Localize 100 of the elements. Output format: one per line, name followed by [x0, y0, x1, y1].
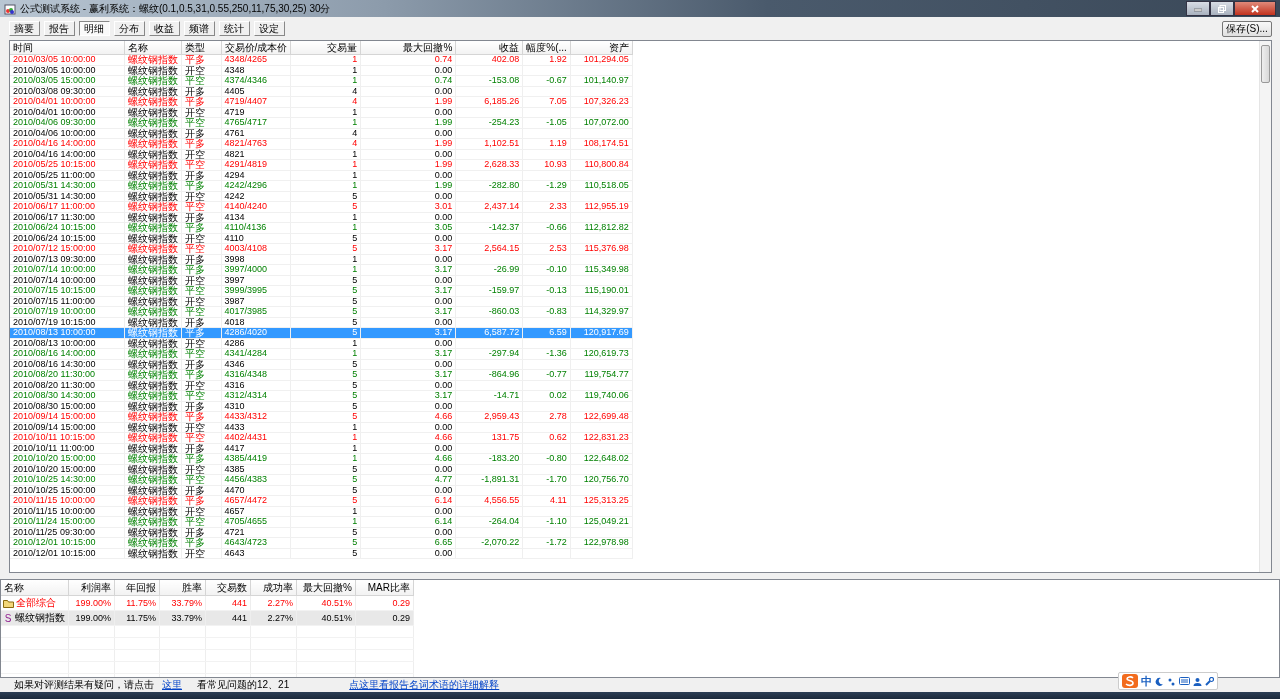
table-cell: 开空	[181, 275, 221, 286]
table-cell: 螺纹钢指数	[124, 254, 181, 265]
maximize-button[interactable]	[1210, 1, 1234, 16]
table-cell: 平空	[181, 516, 221, 527]
status-link[interactable]: 点这里看报告名词术语的详细解释	[349, 678, 500, 692]
table-cell: -1.72	[522, 537, 571, 548]
table-cell: 5	[290, 296, 361, 307]
column-header[interactable]: 年回报	[114, 580, 160, 596]
column-header[interactable]: 收益	[455, 41, 523, 55]
table-cell: 5	[290, 285, 361, 296]
column-header[interactable]: 成功率	[250, 580, 297, 596]
column-header[interactable]: 交易量	[290, 41, 361, 55]
table-cell: 3.17	[360, 264, 456, 275]
tab[interactable]: 报告	[44, 21, 75, 36]
table-cell: 6.65	[360, 537, 456, 548]
column-header[interactable]: 最大回撤%	[360, 41, 456, 55]
column-header[interactable]: 胜率	[159, 580, 206, 596]
column-header[interactable]: MAR比率	[355, 580, 414, 596]
table-cell: 5	[290, 527, 361, 538]
table-cell: 4374/4346	[221, 75, 291, 86]
table-cell: 2010/03/05 15:00:00	[10, 75, 124, 86]
tab[interactable]: 统计	[219, 21, 250, 36]
table-cell: -153.08	[455, 75, 523, 86]
column-header[interactable]: 交易价/成本价	[221, 41, 291, 55]
table-cell: -14.71	[455, 390, 523, 401]
table-cell: 5	[290, 201, 361, 212]
table-cell: 115,376.98	[570, 243, 633, 254]
ime-toolbar[interactable]: 中	[1118, 672, 1218, 690]
table-cell: 131.75	[455, 432, 523, 443]
scrollbar-thumb[interactable]	[1261, 45, 1270, 83]
column-header[interactable]: 幅度%(...	[522, 41, 571, 55]
table-cell: 33.79%	[159, 595, 206, 611]
table-cell: 3.17	[360, 285, 456, 296]
table-cell: 平空	[181, 390, 221, 401]
table-cell: 2010/04/01 10:00:00	[10, 96, 124, 107]
table-cell: 3.01	[360, 201, 456, 212]
table-cell: 螺纹钢指数	[124, 506, 181, 517]
table-cell: 4018	[221, 317, 291, 328]
table-cell: 1,102.51	[455, 138, 523, 149]
table-cell: 螺纹钢指数	[124, 75, 181, 86]
table-cell: 107,326.23	[570, 96, 633, 107]
column-header[interactable]: 交易数	[205, 580, 251, 596]
tab[interactable]: 明细	[79, 21, 110, 36]
column-header[interactable]: 利润率	[68, 580, 115, 596]
table-cell: 1.99	[360, 117, 456, 128]
table-cell: 122,978.98	[570, 537, 633, 548]
table-cell: 2010/06/24 10:15:00	[10, 233, 124, 244]
tab[interactable]: 频谱	[184, 21, 215, 36]
table-cell: 螺纹钢指数	[124, 369, 181, 380]
ime-mode-label[interactable]: 中	[1141, 673, 1152, 689]
table-cell: 螺纹钢指数	[124, 212, 181, 223]
table-cell: 1	[290, 149, 361, 160]
table-cell: 4456/4383	[221, 474, 291, 485]
column-header[interactable]: 类型	[181, 41, 221, 55]
table-cell: 2010/10/11 11:00:00	[10, 443, 124, 454]
table-cell: 125,049.21	[570, 516, 633, 527]
tab[interactable]: 摘要	[9, 21, 40, 36]
close-button[interactable]	[1234, 1, 1276, 16]
tab[interactable]: 分布	[114, 21, 145, 36]
table-cell: 4433/4312	[221, 411, 291, 422]
table-cell: 0.00	[360, 380, 456, 391]
table-cell: 2010/10/20 15:00:00	[10, 453, 124, 464]
tab[interactable]: 设定	[254, 21, 285, 36]
table-cell: 2010/08/16 14:00:00	[10, 348, 124, 359]
table-cell: 0.00	[360, 338, 456, 349]
table-cell: -254.23	[455, 117, 523, 128]
table-cell: 4316/4348	[221, 369, 291, 380]
table-cell: 4316	[221, 380, 291, 391]
table-cell: 2010/12/01 10:15:00	[10, 537, 124, 548]
table-cell: 5	[290, 485, 361, 496]
table-cell: 5	[290, 275, 361, 286]
table-cell: 2010/12/01 10:15:00	[10, 548, 124, 559]
column-header[interactable]: 资产	[570, 41, 633, 55]
column-header[interactable]: 时间	[10, 41, 124, 55]
status-text: 如果对评测结果有疑问，请点击	[14, 678, 154, 692]
table-cell: 4017/3985	[221, 306, 291, 317]
table-cell: 开多	[181, 527, 221, 538]
table-cell: 199.00%	[68, 595, 115, 611]
table-cell: 螺纹钢指数	[124, 537, 181, 548]
save-button[interactable]: 保存(S)...	[1222, 20, 1272, 37]
table-cell: 螺纹钢指数	[124, 233, 181, 244]
table-cell: 2010/04/06 09:30:00	[10, 117, 124, 128]
status-link[interactable]: 这里	[162, 678, 182, 692]
minimize-button[interactable]	[1186, 1, 1210, 16]
table-cell: -0.66	[522, 222, 571, 233]
column-header[interactable]: 名称	[1, 580, 69, 596]
table-cell: 螺纹钢指数	[124, 453, 181, 464]
wrench-icon	[1205, 676, 1214, 686]
table-cell: 平空	[181, 348, 221, 359]
table-cell: 2010/07/14 10:00:00	[10, 264, 124, 275]
scrollbar[interactable]	[1259, 41, 1271, 572]
table-cell: 5	[290, 233, 361, 244]
column-header[interactable]: 名称	[124, 41, 181, 55]
column-header[interactable]: 最大回撤%	[296, 580, 356, 596]
tab[interactable]: 收益	[149, 21, 180, 36]
table-cell: -0.77	[522, 369, 571, 380]
table-cell: 4242	[221, 191, 291, 202]
table-cell: 2010/10/25 14:30:00	[10, 474, 124, 485]
table-cell: 螺纹钢指数	[124, 411, 181, 422]
table-cell: 2010/09/14 15:00:00	[10, 422, 124, 433]
